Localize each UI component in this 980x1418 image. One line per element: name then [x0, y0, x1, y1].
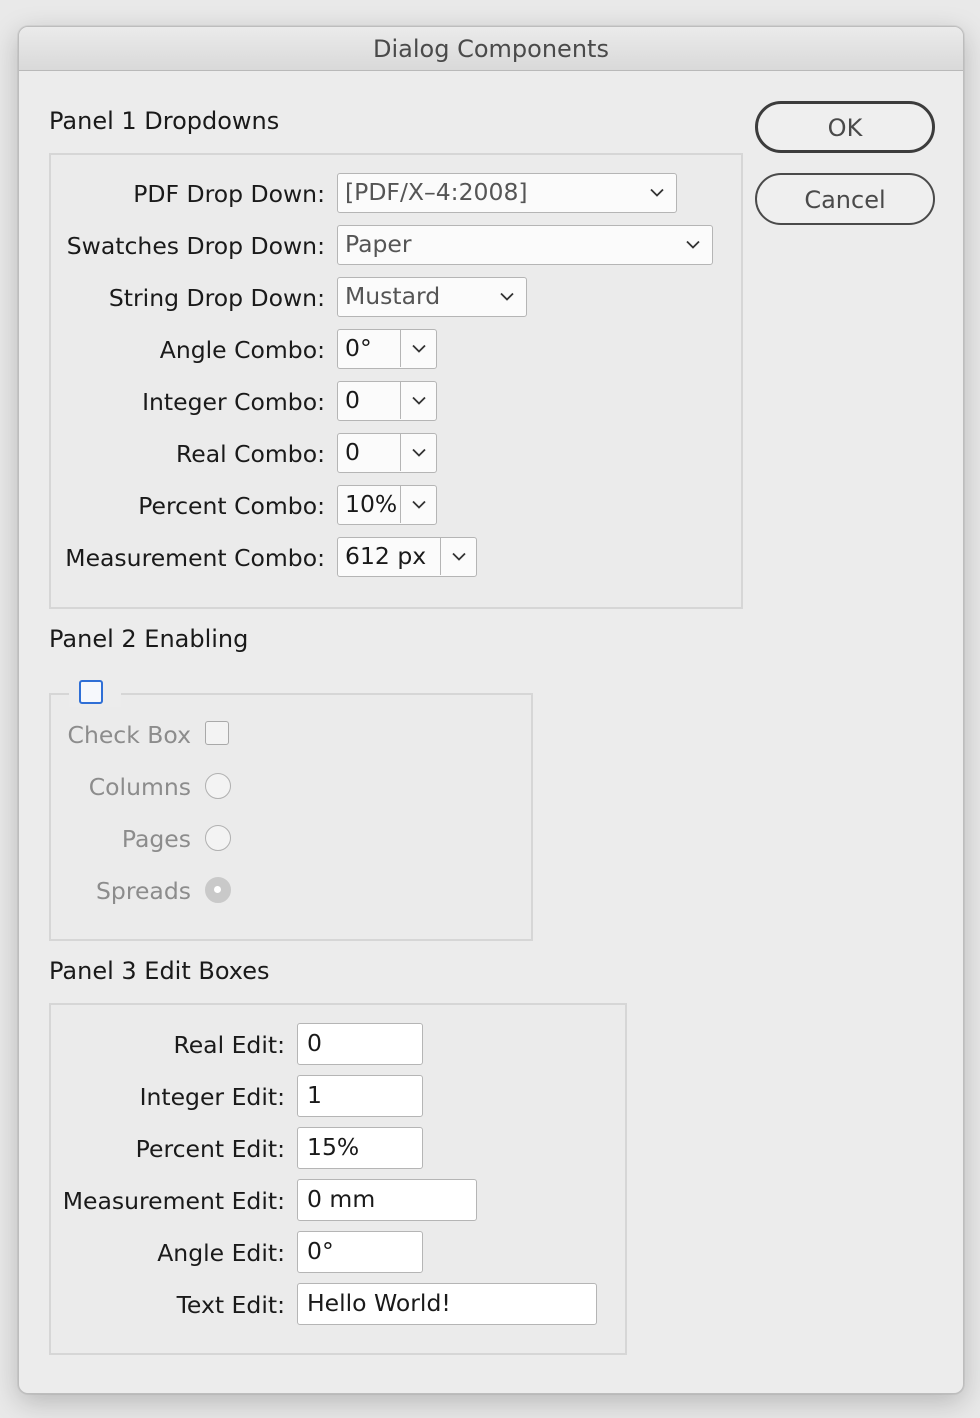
measurement-edit-label: Measurement Edit:: [62, 1187, 285, 1215]
percent-combo-value: 10%: [345, 490, 398, 518]
pdf-dropdown-value: [PDF/X–4:2008]: [345, 178, 528, 206]
real-combo-toggle[interactable]: [400, 434, 436, 471]
enable-panel-checkbox[interactable]: [79, 680, 103, 704]
integer-combo-label: Integer Combo:: [142, 388, 325, 416]
angle-edit-field[interactable]: 0°: [297, 1231, 423, 1273]
measurement-edit-field[interactable]: 0 mm: [297, 1179, 477, 1221]
chevron-down-icon: [411, 500, 426, 509]
panel-2-title: Panel 2 Enabling: [49, 625, 249, 653]
window-title: Dialog Components: [19, 27, 963, 71]
angle-edit-label: Angle Edit:: [157, 1239, 285, 1267]
measurement-combo[interactable]: 612 px: [337, 537, 477, 577]
percent-combo-label: Percent Combo:: [138, 492, 325, 520]
radio-columns-label: Columns: [88, 773, 191, 801]
swatches-dropdown-value: Paper: [345, 230, 412, 258]
check-box[interactable]: [205, 721, 229, 745]
string-dropdown[interactable]: Mustard: [337, 277, 527, 317]
panel-3-title: Panel 3 Edit Boxes: [49, 957, 270, 985]
integer-combo[interactable]: 0: [337, 381, 437, 421]
integer-combo-toggle[interactable]: [400, 382, 436, 419]
integer-edit-field[interactable]: 1: [297, 1075, 423, 1117]
chevron-down-icon: [411, 344, 426, 353]
measurement-combo-toggle[interactable]: [440, 538, 476, 575]
integer-combo-value: 0: [345, 386, 360, 414]
real-edit-field[interactable]: 0: [297, 1023, 423, 1065]
check-box-label: Check Box: [67, 721, 191, 749]
chevron-down-icon: [411, 396, 426, 405]
panel-1-title: Panel 1 Dropdowns: [49, 107, 280, 135]
swatches-dropdown[interactable]: Paper: [337, 225, 713, 265]
radio-spreads-label: Spreads: [96, 877, 191, 905]
chevron-down-icon: [678, 226, 708, 263]
angle-combo[interactable]: 0°: [337, 329, 437, 369]
chevron-down-icon: [451, 552, 466, 561]
integer-edit-label: Integer Edit:: [139, 1083, 285, 1111]
ok-button[interactable]: OK: [755, 101, 935, 153]
string-dropdown-label: String Drop Down:: [108, 284, 325, 312]
radio-pages-label: Pages: [121, 825, 191, 853]
text-edit-field[interactable]: Hello World!: [297, 1283, 597, 1325]
radio-spreads[interactable]: [205, 877, 231, 903]
percent-combo[interactable]: 10%: [337, 485, 437, 525]
real-combo-value: 0: [345, 438, 360, 466]
cancel-button[interactable]: Cancel: [755, 173, 935, 225]
string-dropdown-value: Mustard: [345, 282, 441, 310]
real-combo-label: Real Combo:: [175, 440, 325, 468]
radio-pages[interactable]: [205, 825, 231, 851]
angle-combo-value: 0°: [345, 334, 372, 362]
angle-combo-label: Angle Combo:: [159, 336, 325, 364]
measurement-combo-value: 612 px: [345, 542, 427, 570]
measurement-combo-label: Measurement Combo:: [65, 544, 325, 572]
angle-combo-toggle[interactable]: [400, 330, 436, 367]
chevron-down-icon: [492, 278, 522, 315]
dialog-window: Dialog Components OK Cancel Panel 1 Drop…: [18, 26, 964, 1394]
pdf-dropdown-label: PDF Drop Down:: [133, 180, 325, 208]
chevron-down-icon: [411, 448, 426, 457]
chevron-down-icon: [642, 174, 672, 211]
percent-edit-field[interactable]: 15%: [297, 1127, 423, 1169]
swatches-dropdown-label: Swatches Drop Down:: [66, 232, 325, 260]
percent-combo-toggle[interactable]: [400, 486, 436, 523]
real-edit-label: Real Edit:: [173, 1031, 285, 1059]
percent-edit-label: Percent Edit:: [135, 1135, 285, 1163]
real-combo[interactable]: 0: [337, 433, 437, 473]
radio-columns[interactable]: [205, 773, 231, 799]
text-edit-label: Text Edit:: [176, 1291, 285, 1319]
pdf-dropdown[interactable]: [PDF/X–4:2008]: [337, 173, 677, 213]
